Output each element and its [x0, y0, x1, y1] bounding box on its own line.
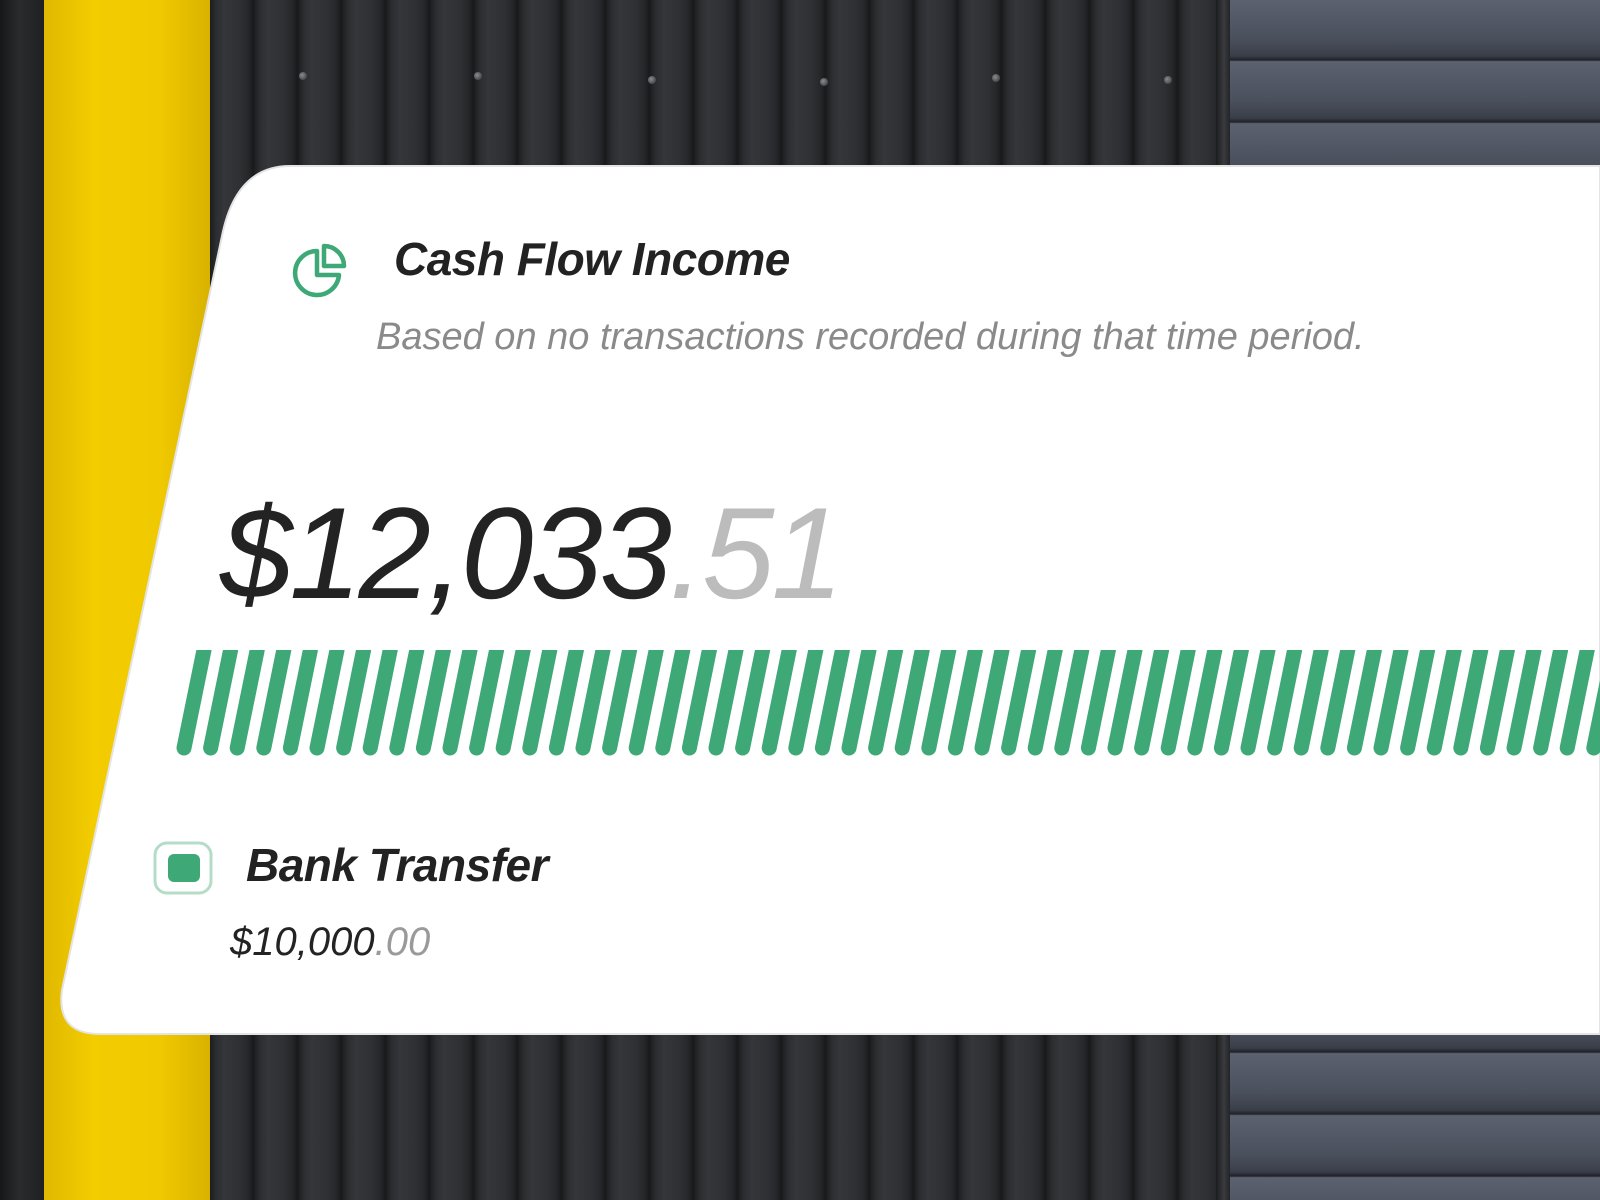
progress-stripe [176, 650, 212, 756]
progress-stripe [1320, 650, 1356, 756]
progress-stripe [469, 650, 505, 756]
total-amount-whole: $12,033 [220, 480, 672, 626]
progress-stripe [522, 650, 558, 756]
legend-amount-bank-transfer: $10,000.00 [230, 920, 430, 965]
legend-swatch-bank-transfer [153, 841, 213, 895]
progress-stripe [735, 650, 771, 756]
progress-stripe [628, 650, 664, 756]
progress-stripe [1400, 650, 1436, 756]
income-progress-bar [176, 650, 1600, 756]
progress-stripe [761, 650, 797, 756]
progress-stripe [1346, 650, 1382, 756]
progress-stripe [894, 650, 930, 756]
progress-stripe [1426, 650, 1462, 756]
progress-stripe [575, 650, 611, 756]
progress-stripe [841, 650, 877, 756]
progress-stripe [1187, 650, 1223, 756]
progress-stripe [1080, 650, 1116, 756]
legend-amount-cents: .00 [374, 920, 431, 964]
progress-stripe [1293, 650, 1329, 756]
progress-stripe [681, 650, 717, 756]
progress-stripe [309, 650, 345, 756]
progress-stripe [921, 650, 957, 756]
progress-stripe [1160, 650, 1196, 756]
progress-stripe [1240, 650, 1276, 756]
progress-stripe [1001, 650, 1037, 756]
progress-stripe [1054, 650, 1090, 756]
progress-stripe [203, 650, 239, 756]
progress-stripe [389, 650, 425, 756]
progress-stripe [362, 650, 398, 756]
progress-stripe [1586, 680, 1600, 756]
card-subtitle: Based on no transactions recorded during… [376, 316, 1365, 358]
progress-stripe [1506, 650, 1542, 756]
progress-stripe [229, 650, 265, 756]
progress-stripe [814, 650, 850, 756]
progress-stripe [1479, 650, 1515, 756]
progress-stripe [602, 650, 638, 756]
progress-stripe [1533, 650, 1569, 756]
total-amount: $12,033.51 [220, 488, 844, 618]
legend-label-bank-transfer: Bank Transfer [246, 839, 549, 891]
progress-stripe [1373, 650, 1409, 756]
progress-stripe [1453, 650, 1489, 756]
progress-stripe [256, 650, 292, 756]
progress-stripe [1107, 650, 1143, 756]
legend-amount-whole: $10,000 [230, 920, 375, 964]
progress-stripe [1027, 650, 1063, 756]
progress-stripe [868, 650, 904, 756]
cash-flow-card: Cash Flow Income Based on no transaction… [0, 0, 1600, 1200]
progress-stripe [1213, 650, 1249, 756]
pie-chart-icon [292, 243, 347, 298]
progress-stripe [974, 650, 1010, 756]
card-title: Cash Flow Income [394, 233, 790, 285]
progress-stripe [788, 650, 824, 756]
progress-stripe [336, 650, 372, 756]
progress-stripe [1559, 650, 1595, 756]
progress-stripe [708, 650, 744, 756]
total-amount-cents: .51 [668, 480, 844, 626]
progress-stripe [442, 650, 478, 756]
progress-stripe [548, 650, 584, 756]
progress-stripe [282, 650, 318, 756]
progress-stripe [947, 650, 983, 756]
progress-stripe [415, 650, 451, 756]
progress-stripe [655, 650, 691, 756]
progress-stripe [1267, 650, 1303, 756]
progress-stripe [495, 650, 531, 756]
progress-stripe [1134, 650, 1170, 756]
